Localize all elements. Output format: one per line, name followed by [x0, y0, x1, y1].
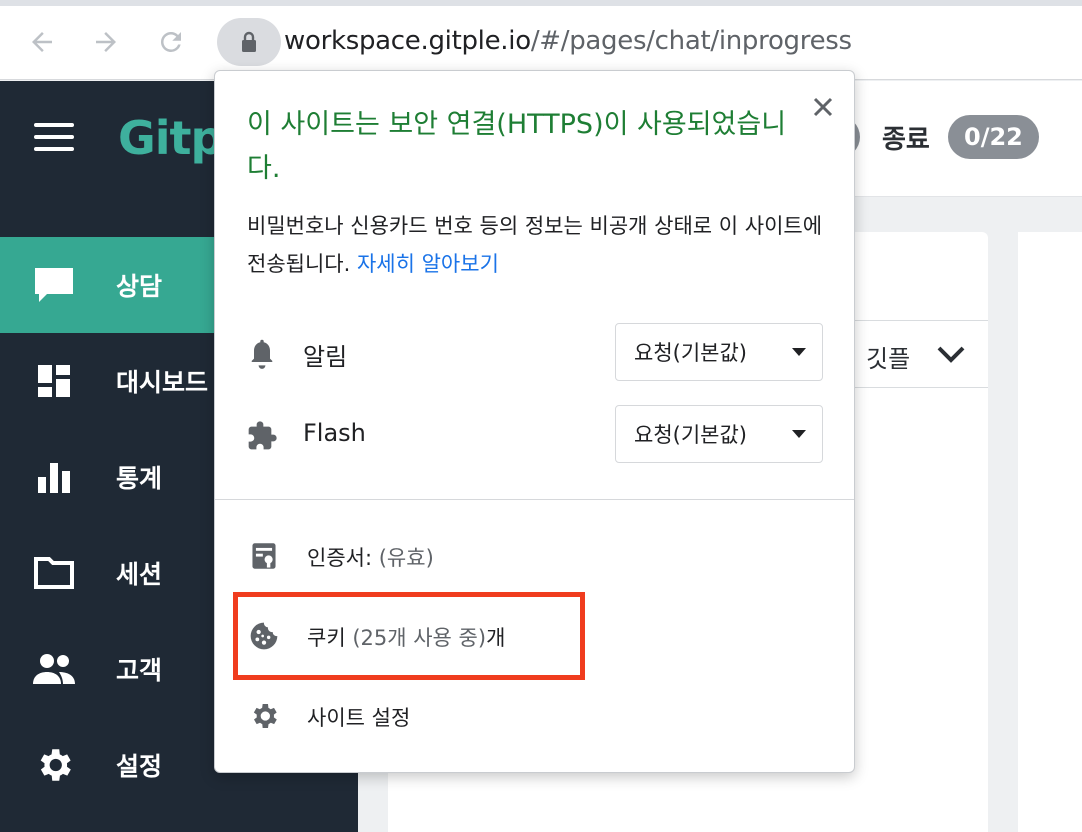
certificate-label: 인증서:: [307, 546, 373, 570]
browser-toolbar: workspace.gitple.io/#/pages/chat/inprogr…: [0, 6, 1082, 80]
permission-row-notifications: 알림 요청(기본값): [215, 323, 856, 383]
dashboard-icon: [32, 359, 76, 403]
arrow-right-icon: [96, 32, 116, 52]
address-bar[interactable]: workspace.gitple.io/#/pages/chat/inprogr…: [284, 26, 852, 56]
connection-secure-title: 이 사이트는 보안 연결(HTTPS)이 사용되었습니다.: [247, 109, 787, 184]
sidebar-item-label: 통계: [116, 464, 163, 493]
detail-panel: [1018, 232, 1082, 832]
forward-button[interactable]: [88, 24, 124, 60]
close-icon: [813, 97, 833, 117]
closed-count-badge: 0/22: [948, 115, 1039, 159]
site-settings-label: 사이트 설정: [307, 706, 411, 730]
learn-more-link[interactable]: 자세히 알아보기: [357, 252, 499, 276]
menu-icon[interactable]: [34, 123, 74, 153]
back-button[interactable]: [24, 24, 60, 60]
sidebar-item-label: 설정: [116, 752, 163, 781]
site-info-popup: 이 사이트는 보안 연결(HTTPS)이 사용되었습니다. 비밀번호나 신용카드…: [214, 70, 855, 773]
permission-row-flash: Flash 요청(기본값): [215, 405, 856, 465]
cookies-highlight-box: [233, 592, 585, 680]
puzzle-icon: [245, 419, 279, 453]
select-value: 요청(기본값): [634, 341, 747, 365]
divider: [215, 499, 854, 500]
arrow-left-icon: [32, 32, 52, 52]
gear-icon: [247, 699, 281, 733]
permission-label: 알림: [303, 343, 348, 371]
bell-icon: [245, 337, 279, 371]
sidebar-item-label: 세션: [116, 560, 163, 589]
certificate-row[interactable]: 인증서: (유효): [215, 529, 856, 585]
certificate-status: (유효): [378, 546, 434, 570]
flash-select[interactable]: 요청(기본값): [615, 405, 823, 463]
channel-select-label[interactable]: 깃플: [866, 339, 910, 374]
lock-icon: [242, 31, 256, 52]
folder-icon: [32, 551, 76, 595]
sidebar-item-label: 대시보드: [116, 368, 209, 397]
chat-icon: [32, 263, 76, 307]
notifications-select[interactable]: 요청(기본값): [615, 323, 823, 381]
connection-description: 비밀번호나 신용카드 번호 등의 정보는 비공개 상태로 이 사이트에 전송됩니…: [247, 207, 837, 283]
caret-down-icon: [792, 348, 806, 356]
bar-chart-icon: [32, 455, 76, 499]
permission-label: Flash: [303, 419, 366, 447]
url-host: workspace.gitple.io: [284, 26, 531, 56]
gear-icon: [32, 743, 76, 787]
reload-icon: [160, 31, 181, 52]
description-text: 비밀번호나 신용카드 번호 등의 정보는 비공개 상태로 이 사이트에 전송됩니…: [247, 214, 823, 276]
closed-label[interactable]: 종료: [882, 119, 930, 156]
close-button[interactable]: [807, 91, 839, 123]
select-value: 요청(기본값): [634, 423, 747, 447]
url-path: /#/pages/chat/inprogress: [530, 26, 852, 56]
chevron-down-icon[interactable]: [936, 343, 966, 369]
site-settings-row[interactable]: 사이트 설정: [215, 689, 856, 745]
sidebar-item-label: 상담: [116, 272, 163, 301]
app-logo: Gitp: [118, 111, 223, 165]
site-info-button[interactable]: [217, 18, 281, 66]
reload-button[interactable]: [153, 24, 189, 60]
certificate-icon: [247, 539, 281, 573]
caret-down-icon: [792, 430, 806, 438]
people-icon: [32, 647, 76, 691]
sidebar-item-label: 고객: [116, 656, 163, 685]
